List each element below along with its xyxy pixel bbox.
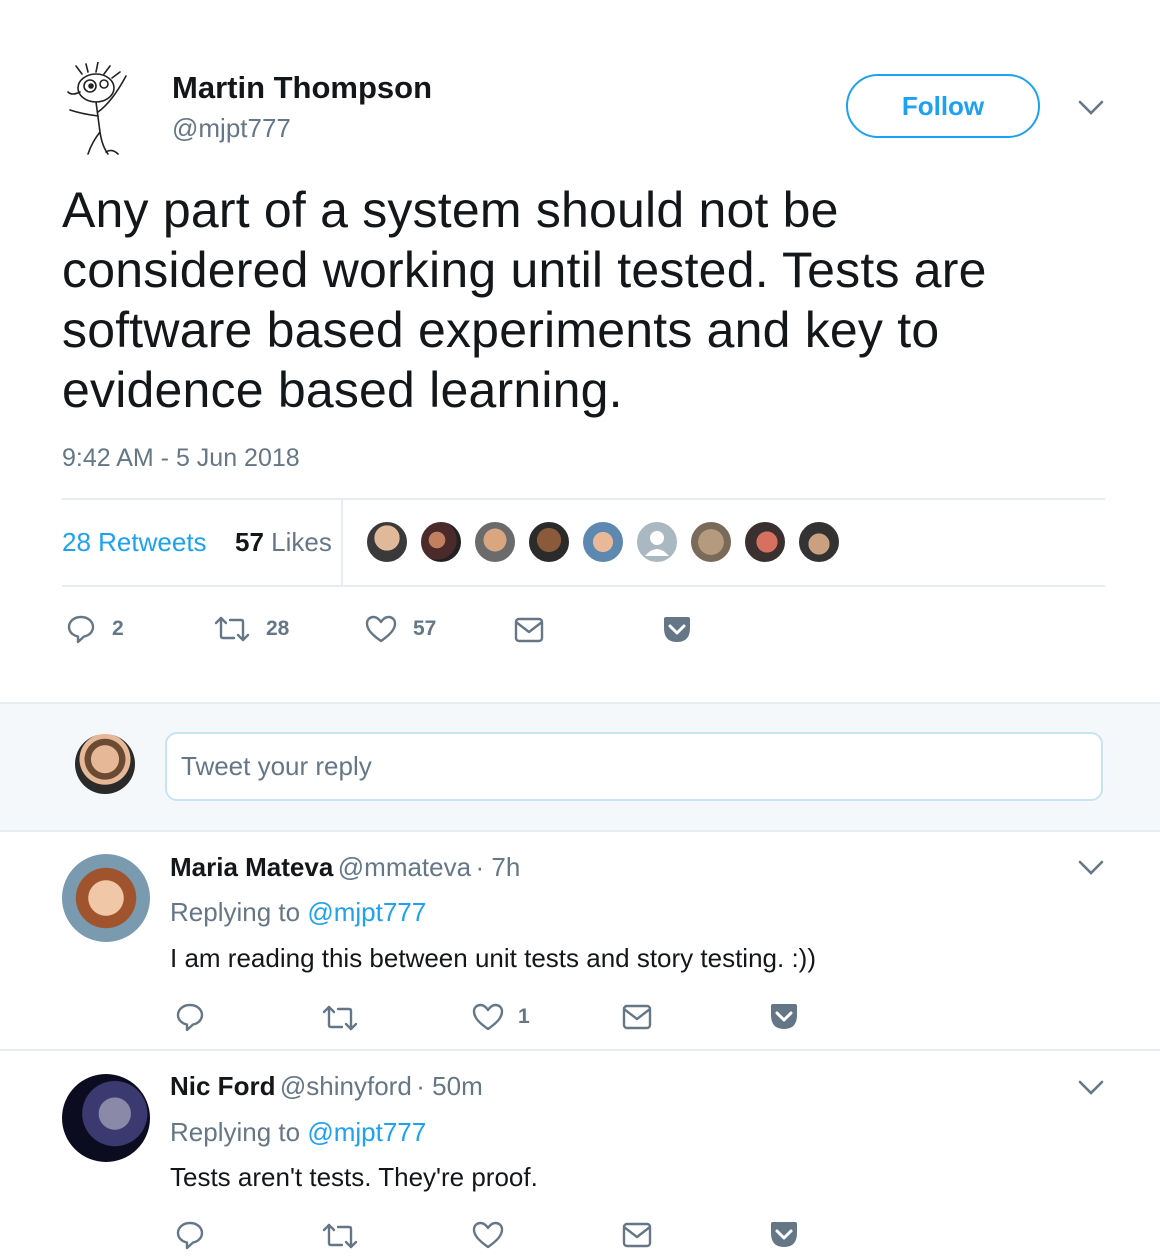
chevron-down-icon[interactable] (1076, 98, 1106, 118)
reply-header: Maria Mateva @mmateva · 7h (170, 852, 520, 883)
reply-author-name[interactable]: Nic Ford (170, 1071, 275, 1101)
retweets-stat[interactable]: 28 Retweets (62, 527, 207, 557)
liker-avatar[interactable] (473, 520, 517, 564)
chevron-down-icon[interactable] (1076, 858, 1106, 878)
author-handle[interactable]: @mjpt777 (172, 113, 291, 144)
dm-icon[interactable] (514, 617, 544, 643)
retweet-icon (214, 614, 250, 644)
liker-avatar[interactable] (365, 520, 409, 564)
like-action[interactable]: 57 (365, 614, 436, 644)
tweet-timestamp[interactable]: 9:42 AM - 5 Jun 2018 (62, 444, 300, 473)
divider (0, 1049, 1160, 1051)
liker-avatar[interactable] (743, 520, 787, 564)
liker-avatar[interactable] (581, 520, 625, 564)
likes-stat[interactable]: 57 Likes (235, 527, 332, 557)
reply-author-name[interactable]: Maria Mateva (170, 852, 333, 882)
divider (62, 585, 1105, 587)
retweet-action[interactable]: 28 (214, 614, 289, 644)
pocket-icon[interactable] (769, 1221, 799, 1249)
chevron-down-icon[interactable] (1076, 1078, 1106, 1098)
retweet-icon[interactable] (322, 1003, 358, 1033)
reply-author-handle[interactable]: @shinyford (280, 1071, 412, 1101)
follow-button[interactable]: Follow (846, 74, 1040, 138)
author-name[interactable]: Martin Thompson (172, 70, 432, 106)
stats-separator (341, 500, 343, 587)
retweet-icon[interactable] (322, 1221, 358, 1251)
reply-author-avatar[interactable] (62, 854, 150, 942)
reply-icon (66, 614, 96, 644)
current-user-avatar[interactable] (75, 734, 135, 794)
tweet-stats: 28 Retweets 57 Likes (62, 527, 332, 558)
reply-author-handle[interactable]: @mmateva (338, 852, 471, 882)
divider (62, 498, 1105, 500)
pocket-icon[interactable] (769, 1003, 799, 1031)
like-icon (472, 1002, 504, 1032)
liker-avatar-default[interactable] (635, 520, 679, 564)
replying-to-link[interactable]: @mjpt777 (307, 1117, 426, 1147)
reply-author-avatar[interactable] (62, 1074, 150, 1162)
replying-to: Replying to @mjpt777 (170, 897, 427, 927)
replying-to-link[interactable]: @mjpt777 (307, 897, 426, 927)
tweet-text: Any part of a system should not be consi… (62, 182, 987, 418)
like-icon[interactable] (472, 1220, 504, 1250)
like-icon (365, 614, 397, 644)
reply-time[interactable]: · 7h (476, 852, 521, 882)
dm-icon[interactable] (622, 1004, 652, 1030)
replying-to: Replying to @mjpt777 (170, 1117, 427, 1147)
reply-time[interactable]: · 50m (416, 1071, 482, 1101)
reply-action[interactable]: 2 (66, 614, 124, 644)
liker-avatar[interactable] (689, 520, 733, 564)
liker-avatar[interactable] (797, 520, 841, 564)
reply-icon[interactable] (175, 1002, 205, 1032)
reply-icon[interactable] (175, 1220, 205, 1250)
pocket-icon[interactable] (662, 616, 692, 644)
author-avatar[interactable] (62, 62, 142, 162)
reply-text: I am reading this between unit tests and… (170, 943, 816, 973)
liker-avatar[interactable] (419, 520, 463, 564)
like-action[interactable]: 1 (472, 1002, 530, 1032)
reply-input[interactable] (165, 732, 1103, 801)
dm-icon[interactable] (622, 1222, 652, 1248)
reply-header: Nic Ford @shinyford · 50m (170, 1071, 483, 1102)
liker-avatar[interactable] (527, 520, 571, 564)
reply-text: Tests aren't tests. They're proof. (170, 1162, 538, 1192)
